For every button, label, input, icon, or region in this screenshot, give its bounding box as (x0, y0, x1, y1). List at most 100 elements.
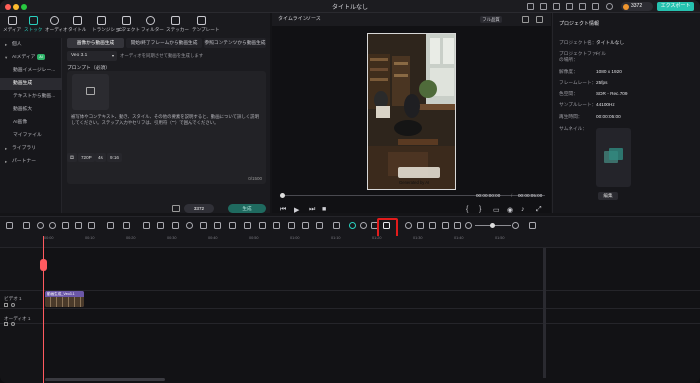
text-tool-icon[interactable] (107, 222, 114, 229)
share-icon[interactable] (540, 3, 547, 10)
mark-out-icon[interactable]: } (479, 206, 481, 213)
sidebar-item-image-to-video[interactable]: 動画イメージレー... (0, 65, 62, 77)
export-button[interactable]: エクスポート (657, 2, 694, 11)
video-clip[interactable]: 動画生成_Veo3.1 (45, 291, 84, 307)
ai-tool-icon[interactable] (123, 222, 130, 229)
tab-sticker[interactable]: ステッカー (166, 16, 189, 33)
redo-icon[interactable] (49, 222, 56, 229)
record-icon[interactable] (288, 222, 295, 229)
tab-reference-content[interactable]: 参照コンテンツから動画生成 (204, 38, 266, 48)
sidebar-item-ai-media[interactable]: ▾ AIメディア AI (0, 52, 62, 64)
track-area[interactable] (44, 248, 700, 383)
undo-icon[interactable] (37, 222, 44, 229)
sidebar-item-video-generation[interactable]: 動画生成 (0, 78, 62, 90)
horizontal-scrollbar[interactable] (45, 378, 165, 381)
playback-progress-handle[interactable] (280, 193, 285, 198)
tab-timeline[interactable]: タイムライン (278, 13, 308, 26)
tab-effect[interactable]: エフェクト (117, 16, 140, 33)
sidebar-item-my-files[interactable]: マイファイル (0, 130, 62, 142)
tab-transition[interactable]: トランジション (92, 16, 124, 33)
fit-icon[interactable] (200, 222, 207, 229)
sidebar-item-ai-image[interactable]: AI画像 (0, 117, 62, 129)
step-forward-icon[interactable]: ⏭ (309, 206, 315, 214)
volume-icon[interactable]: ♪ (521, 206, 525, 213)
speaker-icon[interactable] (11, 322, 15, 326)
layout-icon[interactable] (6, 222, 13, 229)
aspect-icon[interactable]: ⚃ (67, 153, 77, 162)
history-icon[interactable] (172, 205, 180, 212)
playhead-handle[interactable] (40, 259, 47, 271)
quality-select[interactable]: フル品質 (480, 16, 502, 23)
display-mode-icon[interactable] (536, 16, 543, 23)
subtitle-icon[interactable] (454, 222, 461, 229)
tab-title[interactable]: タイトル (68, 16, 86, 33)
time-ruler[interactable] (0, 236, 700, 246)
speed-icon[interactable] (143, 222, 150, 229)
credits-counter[interactable]: 3372 (621, 2, 653, 11)
keyframe-icon[interactable] (214, 222, 221, 229)
effect-tool-icon[interactable] (273, 222, 280, 229)
sticker-tool-icon[interactable] (333, 222, 340, 229)
sidebar-item-partner[interactable]: ▸ パートナー (0, 156, 62, 168)
crop-icon[interactable] (88, 222, 95, 229)
tab-start-end-frame[interactable]: 開始/終了フレームから動画生成 (126, 38, 202, 48)
tab-template[interactable]: テンプレート (192, 16, 219, 33)
mask-icon[interactable] (172, 222, 179, 229)
camera-icon[interactable]: ◉ (507, 206, 513, 214)
motion-icon[interactable] (316, 222, 323, 229)
sidebar-item-text-to-video[interactable]: テキストから動画... (0, 91, 62, 103)
voice-icon[interactable] (442, 222, 449, 229)
delete-icon[interactable] (62, 222, 69, 229)
audio-mixer-icon[interactable] (429, 222, 436, 229)
playback-progress-track[interactable] (280, 195, 545, 196)
grid-icon[interactable] (229, 222, 236, 229)
lock-icon[interactable] (4, 322, 8, 326)
tab-media[interactable]: メディア (3, 16, 21, 33)
tab-filter[interactable]: フィルター (141, 16, 164, 33)
split-icon[interactable] (302, 222, 309, 229)
render-icon[interactable] (360, 222, 367, 229)
zoom-slider-handle[interactable] (490, 223, 495, 228)
eye-icon[interactable] (11, 303, 15, 307)
zoom-out-icon[interactable] (465, 222, 472, 229)
cloud-icon[interactable] (527, 3, 534, 10)
color-icon[interactable] (157, 222, 164, 229)
prompt-input[interactable]: 被写体やコンテキスト、動き、スタイル、その他の要素を説明すると、動画について詳し… (67, 71, 266, 184)
tab-stock[interactable]: ストック (24, 16, 42, 33)
thumbnail-edit-button[interactable]: 編集 (598, 192, 618, 200)
zoom-in-icon[interactable] (512, 222, 519, 229)
generate-button[interactable]: 生成 (228, 204, 266, 213)
lock-icon[interactable] (4, 303, 8, 307)
thumbnail-preview[interactable] (596, 128, 631, 187)
tab-source[interactable]: ソース (306, 13, 321, 26)
resolution-select[interactable]: 720P (78, 153, 95, 162)
select-tool-icon[interactable] (23, 222, 30, 229)
more-icon[interactable] (529, 222, 536, 229)
fullscreen-icon[interactable]: ⤢ (536, 206, 542, 214)
mark-in-icon[interactable]: { (466, 206, 468, 213)
shield-icon[interactable] (405, 222, 412, 229)
bell-icon[interactable] (566, 3, 573, 10)
audio-stretch-icon[interactable] (244, 222, 251, 229)
sidebar-item-library[interactable]: ▸ ライブラリ (0, 143, 62, 155)
sidebar-item-personal[interactable]: ▸ 個人 (0, 39, 62, 51)
settings-icon[interactable] (592, 3, 599, 10)
image-upload-slot[interactable] (72, 74, 109, 110)
feedback-icon[interactable] (553, 3, 560, 10)
tab-audio[interactable]: オーディオ (45, 16, 68, 33)
play-icon[interactable]: ▶ (294, 206, 299, 214)
zoom-search-icon[interactable] (186, 222, 193, 229)
image-tool-icon[interactable] (259, 222, 266, 229)
ratio-select[interactable]: 9:16 (107, 153, 122, 162)
avatar[interactable] (606, 3, 613, 10)
mic-icon[interactable] (417, 222, 424, 229)
step-back-icon[interactable]: ⏮ (280, 206, 286, 214)
download-icon[interactable] (579, 3, 586, 10)
monitor-icon[interactable]: ▭ (493, 206, 500, 214)
cut-icon[interactable] (75, 222, 82, 229)
model-select[interactable]: Veo 3.1 ▾ (67, 51, 117, 61)
timeline-scrollbar[interactable] (543, 248, 546, 378)
tab-image-to-video[interactable]: 画像から動画生成 (67, 38, 124, 48)
sidebar-item-video-upscale[interactable]: 動画拡大 (0, 104, 62, 116)
ai-assist-icon[interactable] (349, 222, 356, 229)
